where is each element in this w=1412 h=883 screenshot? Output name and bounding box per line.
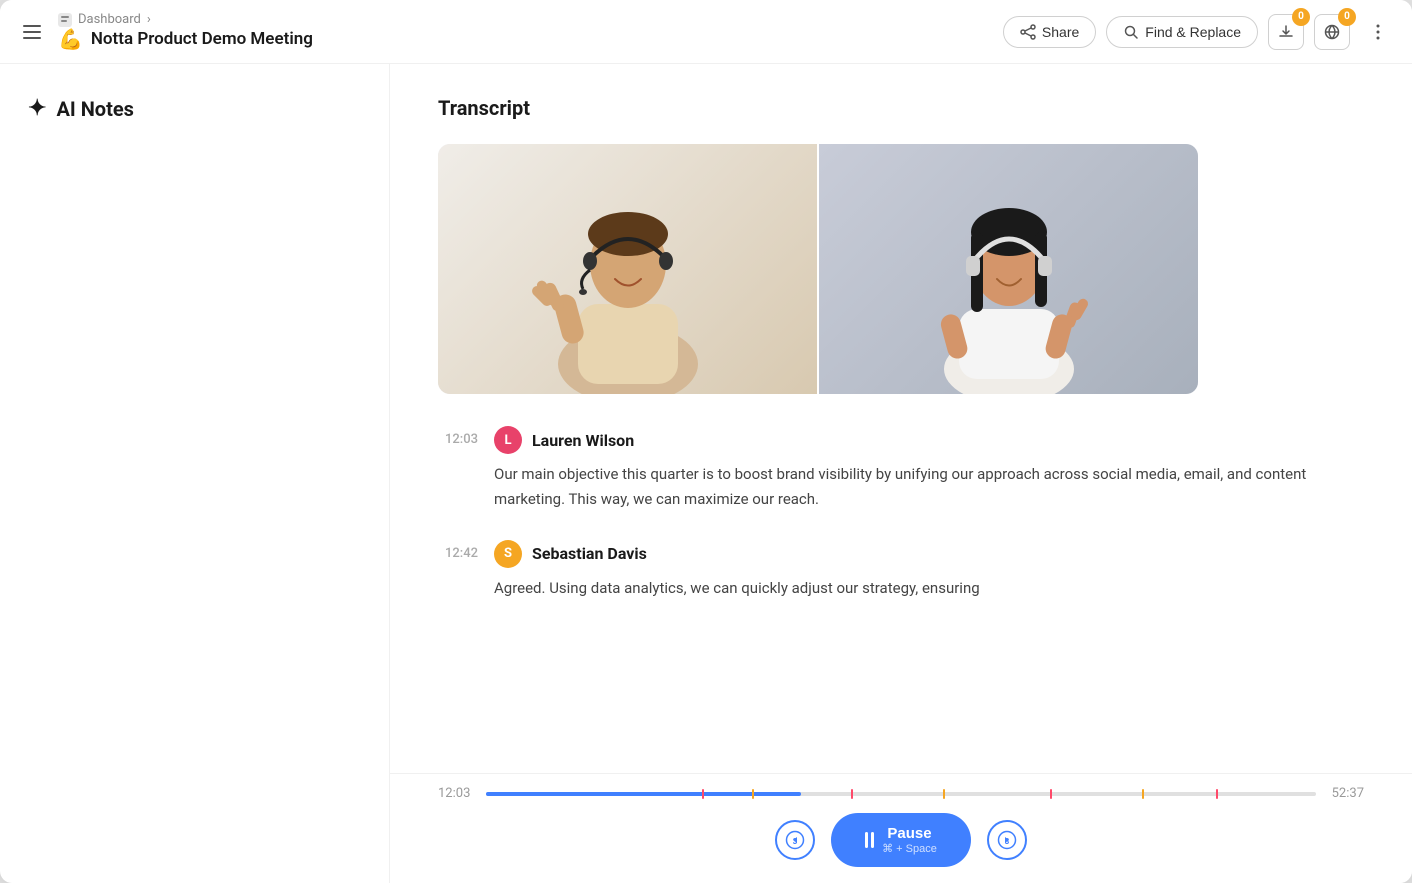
- entry-time: 12:42: [438, 546, 478, 561]
- transcript-header: Transcript: [438, 96, 1364, 120]
- app-window: Dashboard › 💪 Notta Product Demo Meeting: [0, 0, 1412, 883]
- ai-notes-title: AI Notes: [56, 97, 134, 121]
- translate-badge: 0: [1338, 8, 1356, 26]
- title-bar-left: Dashboard › 💪 Notta Product Demo Meeting: [16, 12, 313, 51]
- translate-button[interactable]: 0: [1314, 14, 1350, 50]
- download-button[interactable]: 0: [1268, 14, 1304, 50]
- entry-content: L Lauren Wilson Our main objective this …: [494, 426, 1364, 512]
- pause-bar: [865, 832, 868, 848]
- transcript-text: Our main objective this quarter is to bo…: [494, 462, 1364, 512]
- waveform-mark: [1142, 789, 1144, 799]
- video-person-left: [438, 144, 819, 394]
- share-button[interactable]: Share: [1003, 16, 1096, 48]
- video-preview: [438, 144, 1198, 394]
- progress-bar-container: 12:03 52:37: [438, 786, 1364, 801]
- breadcrumb-label: Dashboard: [78, 12, 141, 27]
- ai-notes-header: ✦ AI Notes: [28, 96, 361, 121]
- waveform-mark: [943, 789, 945, 799]
- speaker-row: S Sebastian Davis: [494, 540, 1364, 568]
- find-replace-button[interactable]: Find & Replace: [1106, 16, 1258, 48]
- transcript-area: Transcript: [390, 64, 1412, 773]
- speaker-name: Lauren Wilson: [532, 431, 634, 450]
- video-person-right: [819, 144, 1198, 394]
- main-content: ✦ AI Notes Transcript: [0, 64, 1412, 883]
- pause-label: Pause: [882, 825, 937, 842]
- transcript-entry: 12:03 L Lauren Wilson Our main objective…: [438, 426, 1364, 512]
- page-title-text: Notta Product Demo Meeting: [91, 29, 313, 49]
- player-bar: 12:03 52:37: [390, 773, 1412, 883]
- avatar: S: [494, 540, 522, 568]
- time-start: 12:03: [438, 786, 474, 801]
- more-options-button[interactable]: [1360, 14, 1396, 50]
- pause-shortcut: ⌘ + Space: [882, 842, 937, 855]
- skip-back-button[interactable]: 3: [775, 820, 815, 860]
- title-emoji: 💪: [58, 27, 83, 51]
- player-controls: 3 Pause ⌘ + Space: [438, 813, 1364, 867]
- sparkle-icon: ✦: [28, 96, 46, 121]
- waveform-mark: [1216, 789, 1218, 799]
- time-end: 52:37: [1328, 786, 1364, 801]
- share-label: Share: [1042, 24, 1079, 40]
- skip-forward-button[interactable]: 3: [987, 820, 1027, 860]
- pause-label-group: Pause ⌘ + Space: [882, 825, 937, 855]
- ai-notes-panel: ✦ AI Notes: [0, 64, 390, 883]
- find-replace-label: Find & Replace: [1145, 24, 1241, 40]
- waveform-mark: [851, 789, 853, 799]
- progress-fill: [486, 792, 801, 796]
- speaker-row: L Lauren Wilson: [494, 426, 1364, 454]
- breadcrumb-separator: ›: [147, 12, 151, 27]
- title-bar-right: Share Find & Replace 0: [1003, 14, 1396, 50]
- speaker-name: Sebastian Davis: [532, 544, 647, 563]
- entry-time: 12:03: [438, 432, 478, 447]
- avatar: L: [494, 426, 522, 454]
- transcript-panel: Transcript: [390, 64, 1412, 883]
- pause-icon: [865, 832, 874, 848]
- download-badge: 0: [1292, 8, 1310, 26]
- page-title: 💪 Notta Product Demo Meeting: [58, 27, 313, 51]
- menu-button[interactable]: [16, 16, 48, 48]
- page-title-row: Dashboard › 💪 Notta Product Demo Meeting: [58, 12, 313, 51]
- entry-content: S Sebastian Davis Agreed. Using data ana…: [494, 540, 1364, 601]
- transcript-text: Agreed. Using data analytics, we can qui…: [494, 576, 1364, 601]
- pause-button[interactable]: Pause ⌘ + Space: [831, 813, 971, 867]
- progress-track[interactable]: [486, 792, 1316, 796]
- waveform-mark: [1050, 789, 1052, 799]
- transcript-entry: 12:42 S Sebastian Davis Agreed. Using da…: [438, 540, 1364, 601]
- title-bar: Dashboard › 💪 Notta Product Demo Meeting: [0, 0, 1412, 64]
- breadcrumb: Dashboard ›: [58, 12, 313, 27]
- pause-bar: [871, 832, 874, 848]
